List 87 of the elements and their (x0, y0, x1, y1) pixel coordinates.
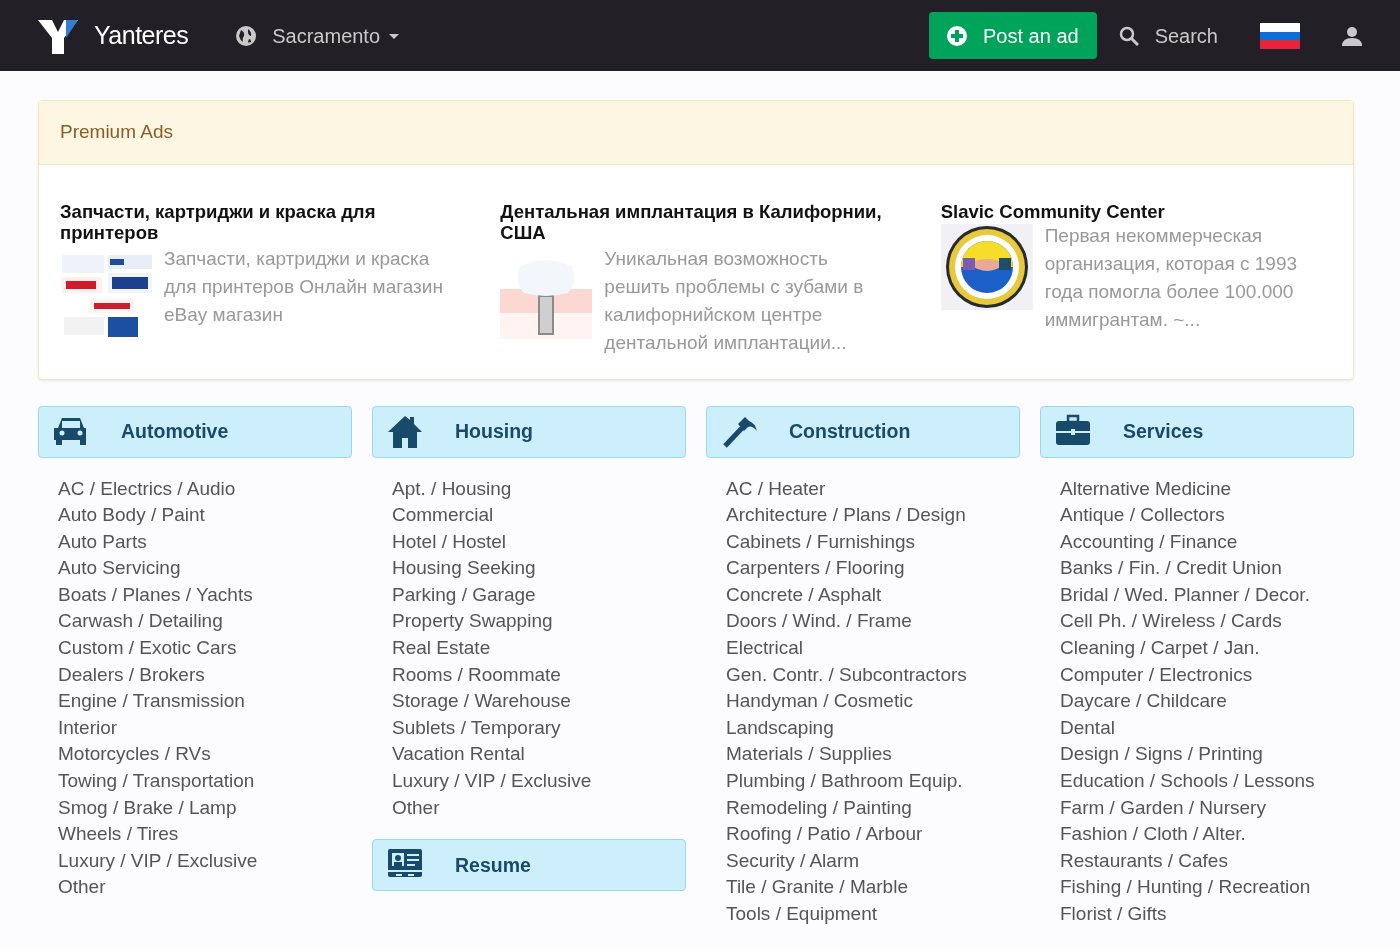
category-link[interactable]: Farm / Garden / Nursery (1060, 794, 1334, 822)
category-link[interactable]: Tile / Granite / Marble (726, 874, 1000, 901)
hammer-icon (722, 414, 757, 449)
category-link[interactable]: Auto Parts (58, 528, 332, 556)
ad-description: Уникальная возможность решить проблемы с зубами в калифорнийском центре дентальной имплантации... (604, 246, 865, 355)
category-link[interactable]: Custom / Exotic Cars (58, 635, 332, 662)
brand-name[interactable]: Yanteres (94, 16, 189, 55)
category-link[interactable]: Remodeling / Painting (726, 794, 1000, 822)
category-link[interactable]: Housing Seeking (392, 555, 666, 582)
category-header[interactable]: Housing (372, 405, 686, 458)
category-link[interactable]: Architecture / Plans / Design (726, 502, 1000, 529)
category-link[interactable]: Florist / Gifts (1060, 901, 1334, 928)
flag-icon[interactable] (1260, 22, 1300, 49)
category-link[interactable]: Real Estate (392, 635, 666, 662)
category-link[interactable]: Antique / Collectors (1060, 502, 1334, 529)
category-header[interactable]: Construction (706, 405, 1020, 458)
category-link[interactable]: Auto Body / Paint (58, 502, 332, 529)
category-link[interactable]: Electrical (726, 635, 1000, 662)
category-header[interactable]: Automotive (38, 405, 352, 458)
category-link[interactable]: Other (392, 794, 666, 822)
globe-icon (236, 25, 257, 46)
category-link[interactable]: Concrete / Asphalt (726, 581, 1000, 609)
category-link[interactable]: Tools / Equipment (726, 901, 1000, 928)
category-link[interactable]: Accounting / Finance (1060, 528, 1334, 556)
category-link[interactable]: Hotel / Hostel (392, 528, 666, 556)
ad-description: Запчасти, картриджи и краска для принтеров Онлайн магазин eBay магазин (164, 246, 444, 327)
category-link[interactable]: Plumbing / Bathroom Equip. (726, 768, 1000, 795)
category-link[interactable]: Engine / Transmission (58, 688, 332, 715)
category-link[interactable]: Apt. / Housing (392, 475, 666, 503)
category-link[interactable]: Computer / Electronics (1060, 661, 1334, 689)
category-link[interactable]: Towing / Transportation (58, 768, 332, 795)
ad-description: Первая некоммерческая организация, которая с 1993 года помогла более 100.000 иммигрантам. ~... (1044, 223, 1299, 332)
category-link[interactable]: Security / Alarm (726, 847, 1000, 875)
category-link[interactable]: Banks / Fin. / Credit Union (1060, 555, 1334, 582)
category-link[interactable]: Education / Schools / Lessons (1060, 768, 1334, 795)
house-icon (388, 414, 423, 449)
category-link[interactable]: Doors / Wind. / Frame (726, 608, 1000, 636)
user-icon[interactable] (1342, 25, 1362, 46)
category-link[interactable]: Sublets / Temporary (392, 714, 666, 742)
category-link[interactable]: Cleaning / Carpet / Jan. (1060, 635, 1334, 662)
category-link[interactable]: Parking / Garage (392, 581, 666, 609)
logo-icon (38, 17, 78, 54)
caret-icon (388, 31, 401, 40)
category-header[interactable]: Services (1040, 405, 1354, 458)
category-link[interactable]: Rooms / Roommate (392, 661, 666, 689)
category-link[interactable]: Motorcycles / RVs (58, 741, 332, 769)
panel-header: Premium Ads (39, 101, 1353, 165)
category-link[interactable]: Daycare / Childcare (1060, 688, 1334, 715)
ad-title[interactable]: Slavic Community Center (940, 200, 1332, 222)
category-link[interactable]: Carpenters / Flooring (726, 555, 1000, 582)
category-link[interactable]: Restaurants / Cafes (1060, 847, 1334, 875)
category-link[interactable]: Commercial (392, 502, 666, 529)
category-link[interactable]: Dealers / Brokers (58, 661, 332, 689)
search-icon (1118, 25, 1139, 46)
category-link[interactable]: Handyman / Cosmetic (726, 688, 1000, 715)
category-link[interactable]: Luxury / VIP / Exclusive (58, 847, 332, 875)
category-link[interactable]: Wheels / Tires (58, 821, 332, 848)
category-link[interactable]: Roofing / Patio / Arbour (726, 821, 1000, 848)
category-link[interactable]: AC / Heater (726, 475, 1000, 503)
category-link[interactable]: Other (58, 874, 332, 901)
category-link[interactable]: Smog / Brake / Lamp (58, 794, 332, 822)
category-link[interactable]: Design / Signs / Printing (1060, 741, 1334, 769)
category-link[interactable]: Property Swapping (392, 608, 666, 636)
category-link[interactable]: Storage / Warehouse (392, 688, 666, 715)
category-link[interactable]: Fashion / Cloth / Alter. (1060, 821, 1334, 848)
category-link[interactable]: Dental (1060, 714, 1334, 742)
category-link[interactable]: Cabinets / Furnishings (726, 528, 1000, 556)
category-link[interactable]: Interior (58, 714, 332, 742)
category-link[interactable]: Alternative Medicine (1060, 475, 1334, 503)
plus-circle-icon (947, 25, 967, 46)
category-link[interactable]: Auto Servicing (58, 555, 332, 582)
ad-title[interactable]: Запчасти, картриджи и краска для принтеров (60, 200, 452, 243)
category-link[interactable]: Carwash / Detailing (58, 608, 332, 636)
category-link[interactable]: Cell Ph. / Wireless / Cards (1060, 608, 1334, 636)
category-header[interactable]: Resume (372, 839, 686, 892)
ad-title[interactable]: Дентальная имплантация в Калифорнии, США (500, 200, 892, 243)
city-dropdown[interactable]: Sacramento (272, 20, 381, 51)
category-link[interactable]: Boats / Planes / Yachts (58, 581, 332, 609)
category-link[interactable]: Luxury / VIP / Exclusive (392, 768, 666, 795)
search-link[interactable]: Search (1118, 20, 1218, 51)
category-link[interactable]: Fishing / Hunting / Recreation (1060, 874, 1334, 901)
category-link[interactable]: Vacation Rental (392, 741, 666, 769)
category-link[interactable]: AC / Electrics / Audio (58, 475, 332, 503)
category-link[interactable]: Bridal / Wed. Planner / Decor. (1060, 581, 1334, 609)
category-link[interactable]: Landscaping (726, 714, 1000, 742)
category-link[interactable]: Gen. Contr. / Subcontractors (726, 661, 1000, 689)
category-link[interactable]: Materials / Supplies (726, 741, 1000, 769)
